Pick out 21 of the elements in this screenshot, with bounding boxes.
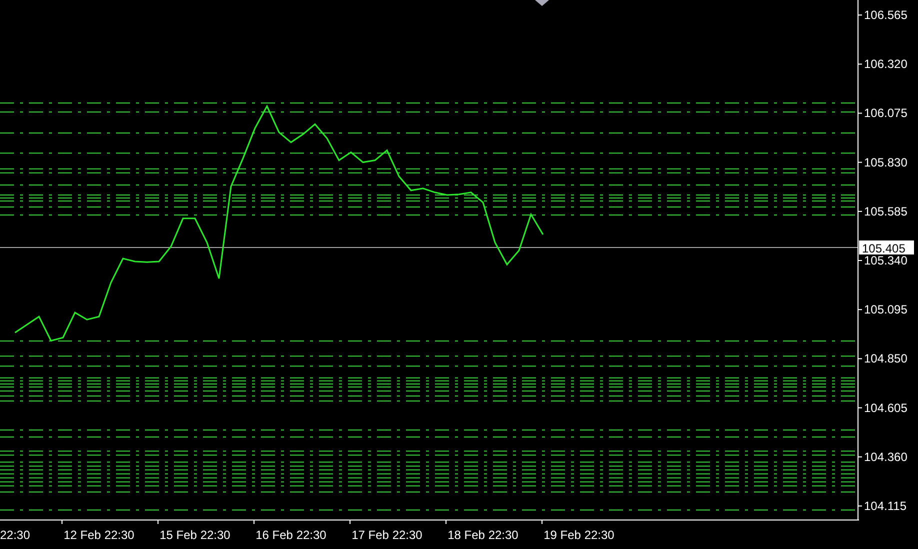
time-axis-label: 19 Feb 22:30 [544, 528, 614, 542]
price-axis-label: 104.115 [864, 498, 906, 513]
price-axis-label: 105.830 [864, 155, 908, 170]
time-axis-label: 17 Feb 22:30 [352, 528, 422, 542]
current-price-tag: 105.405 [859, 240, 914, 256]
price-axis-label: 104.605 [864, 400, 908, 415]
price-axis-label: 104.850 [864, 352, 908, 366]
price-axis-label: 106.320 [864, 57, 908, 72]
time-axis-label: 15 Feb 22:30 [160, 528, 230, 542]
price-axis-label: 106.565 [864, 8, 908, 22]
price-axis-label: 104.360 [864, 450, 908, 464]
price-axis-label: 106.075 [864, 106, 908, 120]
ref-line-label: 105.405 [862, 241, 906, 256]
time-axis-label: 22:30 [0, 528, 30, 542]
price-axis-label: 105.340 [864, 254, 908, 268]
price-axis-label: 105.095 [864, 302, 908, 317]
triangle-icon[interactable] [535, 0, 549, 6]
time-axis-label: 18 Feb 22:30 [448, 528, 518, 542]
price-axis-label: 105.585 [864, 204, 908, 218]
time-axis-label: 12 Feb 22:30 [64, 528, 134, 542]
time-axis-label: 16 Feb 22:30 [256, 528, 326, 542]
